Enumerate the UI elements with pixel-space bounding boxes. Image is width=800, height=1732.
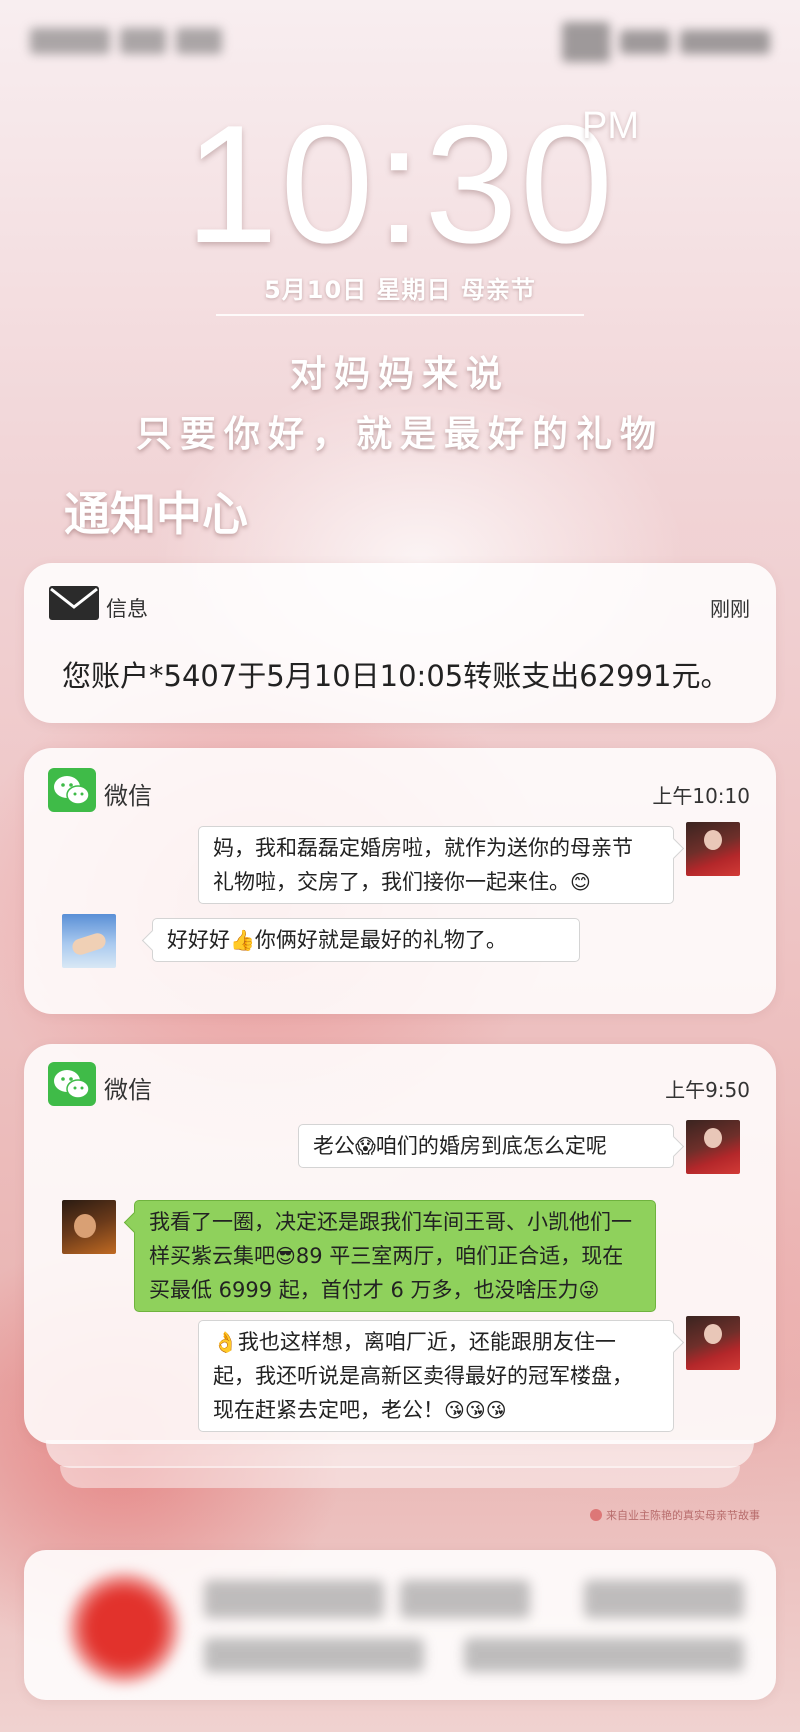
message-line: 现在赶紧去定吧，老公！ xyxy=(213,1398,444,1422)
message-text: 你俩好就是最好的礼物了。 xyxy=(254,928,507,952)
blurred-brand-card xyxy=(24,1550,776,1700)
sms-time: 刚刚 xyxy=(710,597,750,621)
wechat-notification-2[interactable]: 微信 上午9:50 老公😱咱们的婚房到底怎么定呢 我看了一圈，决定还是跟我们车间… xyxy=(24,1044,776,1444)
chat-bubble-right: 👌我也这样想，离咱厂近，还能跟朋友住一 起，我还听说是高新区卖得最好的冠军楼盘，… xyxy=(198,1320,674,1432)
wechat-icon xyxy=(48,1062,96,1106)
avatar xyxy=(686,822,740,876)
wechat-time: 上午9:50 xyxy=(665,1078,750,1102)
sms-notification[interactable]: 信息 刚刚 您账户*5407于5月10日10:05转账支出62991元。 xyxy=(24,563,776,723)
wechat-app-name: 微信 xyxy=(104,782,152,810)
message-text: 老公 xyxy=(313,1134,355,1158)
message-line: 妈，我和磊磊定婚房啦，就作为送你的母亲节 xyxy=(213,836,633,860)
message-line: 买最低 6999 起，首付才 6 万多，也没啥压力 xyxy=(149,1278,579,1302)
message-line: 我也这样想，离咱厂近，还能跟朋友住一 xyxy=(237,1330,616,1354)
avatar xyxy=(62,1200,116,1254)
status-bar-indicators xyxy=(562,22,770,62)
status-bar-carrier xyxy=(30,28,222,54)
notification-stack-layer xyxy=(60,1466,740,1488)
message-text: 咱们的婚房到底怎么定呢 xyxy=(375,1134,607,1158)
chat-bubble-right: 妈，我和磊磊定婚房啦，就作为送你的母亲节 礼物啦，交房了，我们接你一起来住。😊 xyxy=(198,826,674,904)
envelope-icon xyxy=(48,585,100,625)
message-text: 好好好 xyxy=(167,928,230,952)
message-line: 起，我还听说是高新区卖得最好的冠军楼盘， xyxy=(213,1364,633,1388)
kiss-emoji-icon: 😘😘😘 xyxy=(444,1398,507,1422)
sunglasses-emoji-icon: 😎 xyxy=(275,1244,296,1268)
chat-bubble-right: 老公😱咱们的婚房到底怎么定呢 xyxy=(298,1124,674,1168)
smile-emoji-icon: 😊 xyxy=(570,870,591,894)
message-line: 我看了一圈，决定还是跟我们车间王哥、小凯他们一 xyxy=(149,1210,632,1234)
clock-ampm: PM xyxy=(582,105,639,147)
wechat-notification-1[interactable]: 微信 上午10:10 妈，我和磊磊定婚房啦，就作为送你的母亲节 礼物啦，交房了，… xyxy=(24,748,776,1014)
footnote: 来自业主陈艳的真实母亲节故事 xyxy=(590,1507,760,1523)
scream-emoji-icon: 😱 xyxy=(355,1134,376,1158)
chat-bubble-left: 好好好👍你俩好就是最好的礼物了。 xyxy=(152,918,580,962)
ok-hand-emoji-icon: 👌 xyxy=(213,1330,238,1354)
sms-body: 您账户*5407于5月10日10:05转账支出62991元。 xyxy=(62,659,730,693)
slogan-line-1: 对妈妈来说 xyxy=(289,353,510,395)
clock-date: 5月10日 星期日 母亲节 xyxy=(264,276,536,304)
message-line: 礼物啦，交房了，我们接你一起来住。 xyxy=(213,870,570,894)
notification-stack-layer xyxy=(46,1440,754,1468)
notification-center-title: 通知中心 xyxy=(64,487,248,541)
divider xyxy=(216,314,584,316)
slogan-line-2: 只要你好，就是最好的礼物 xyxy=(135,413,664,455)
lockscreen-clock: 10:30 xyxy=(0,100,800,268)
wechat-time: 上午10:10 xyxy=(652,784,750,808)
info-dot-icon xyxy=(590,1509,602,1521)
wechat-icon xyxy=(48,768,96,812)
sms-app-name: 信息 xyxy=(106,597,148,621)
footnote-text: 来自业主陈艳的真实母亲节故事 xyxy=(606,1509,760,1522)
brand-logo-icon xyxy=(68,1572,180,1684)
wechat-app-name: 微信 xyxy=(104,1076,152,1104)
clock-time: 10:30 xyxy=(184,90,616,278)
thumbs-up-emoji-icon: 👍 xyxy=(230,928,255,952)
tongue-emoji-icon: 😜 xyxy=(578,1278,600,1302)
chat-bubble-left: 我看了一圈，决定还是跟我们车间王哥、小凯他们一 样买紫云集吧😎89 平三室两厅，… xyxy=(134,1200,656,1312)
avatar xyxy=(686,1120,740,1174)
message-line: 样买紫云集吧 xyxy=(149,1244,275,1268)
message-line: 89 平三室两厅，咱们正合适，现在 xyxy=(295,1244,624,1268)
avatar xyxy=(686,1316,740,1370)
avatar xyxy=(62,914,116,968)
